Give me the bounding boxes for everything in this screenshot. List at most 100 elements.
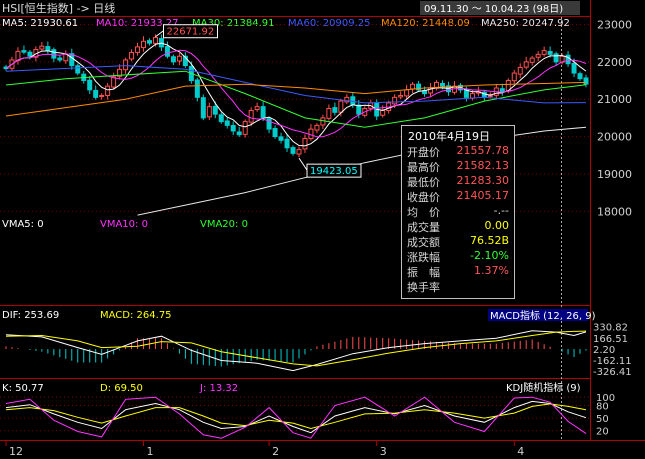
ma5-legend: MA5: 21930.61: [2, 18, 78, 29]
ma250-line: [137, 126, 587, 216]
tooltip-row: 成交量 0.00: [407, 219, 509, 234]
candle-body: [135, 46, 141, 53]
macd-legend: MACD: 264.75: [100, 310, 172, 321]
price-tick-label: 20000: [597, 131, 632, 144]
candle-body: [212, 105, 218, 115]
price-tick-label: 19000: [597, 168, 632, 181]
candle-body: [541, 50, 547, 55]
k-legend: K: 50.77: [2, 383, 44, 394]
k-line: [5, 400, 587, 434]
tooltip-row: 成交额 76.52B: [407, 234, 509, 249]
price-tick-label: 21000: [597, 93, 632, 106]
tooltip-row: 最高价 21582.13: [407, 159, 509, 174]
ma250-legend: MA250: 20247.92: [481, 18, 570, 29]
tooltip-label: 开盘价: [407, 146, 440, 159]
candle-body: [57, 57, 63, 61]
candle-body: [260, 106, 266, 119]
candle-body: [39, 45, 45, 50]
tooltip-row: 均 价 -.--: [407, 204, 509, 219]
candle-body: [356, 104, 362, 115]
candle-body: [296, 149, 302, 155]
j-legend: J: 13.32: [199, 383, 238, 394]
tooltip-label: 最高价: [407, 161, 440, 174]
candle-body: [152, 37, 158, 44]
candle-body: [206, 106, 212, 118]
candle-body: [577, 73, 583, 80]
tooltip-row: 振 幅 1.37%: [407, 264, 509, 279]
tooltip-label: 振 幅: [407, 266, 440, 279]
kdj-tick-label: 50: [596, 414, 609, 425]
candle-body: [63, 53, 69, 62]
annotation-label: 22671.92: [166, 27, 214, 38]
dea-line: [5, 330, 587, 367]
tooltip-value: 21557.78: [456, 144, 510, 157]
vma20-legend: VMA20: 0: [200, 219, 248, 230]
candle-body: [105, 85, 111, 97]
macd-tick-label: 2.20: [593, 345, 615, 356]
candle-body: [164, 46, 170, 57]
candle-body: [314, 124, 320, 131]
tooltip-value: -2.10%: [470, 249, 509, 262]
ohlc-tooltip: 2010年4月19日 开盘价 21557.78 最高价 21582.13 最低价 2128…: [401, 125, 515, 299]
kdj-tick-label: 20: [596, 427, 609, 438]
candle-body: [224, 120, 230, 126]
candle-body: [200, 97, 206, 119]
candle-body: [69, 53, 75, 67]
date-tick-label: 3: [380, 445, 387, 458]
candle-body: [123, 59, 129, 71]
stock-chart[interactable]: HSI[恒生指数] -> 日线 09.11.30 ～ 10.04.23 (98日…: [0, 0, 645, 459]
candle-body: [242, 121, 248, 135]
d-line: [5, 403, 587, 430]
candle-body: [75, 65, 81, 74]
candle-body: [583, 77, 589, 85]
tooltip-value: 76.52B: [469, 234, 509, 247]
candle-body: [93, 89, 99, 98]
date-tick-label: 4: [517, 445, 524, 458]
tooltip-row: 换手率: [407, 279, 509, 294]
tooltip-value: 21582.13: [456, 159, 510, 172]
candle-body: [499, 88, 505, 93]
date-tick-label: 12: [9, 445, 23, 458]
candle-body: [535, 53, 541, 58]
ma120-legend: MA120: 21448.09: [381, 18, 470, 29]
tooltip-value: 21283.30: [456, 174, 510, 187]
candle-body: [338, 100, 344, 113]
tooltip-value: -.--: [493, 204, 509, 217]
tooltip-label: 涨跌幅: [407, 251, 440, 264]
candle-body: [487, 94, 493, 97]
price-tick-label: 23000: [597, 18, 632, 31]
tooltip-label: 成交额: [407, 236, 440, 249]
macd-title[interactable]: MACD指标 (12, 26, 9): [490, 309, 596, 322]
candle-body: [523, 61, 529, 68]
tooltip-row: 开盘价 21557.78: [407, 144, 509, 159]
tooltip-label: 收盘价: [407, 191, 440, 204]
candle-body: [439, 82, 445, 87]
price-tick-label: 22000: [597, 56, 632, 69]
candle-body: [529, 57, 535, 63]
candle-body: [398, 94, 404, 98]
tooltip-value: 1.37%: [474, 264, 509, 277]
macd-tick-label: -326.41: [593, 367, 632, 378]
tooltip-value: 21405.17: [456, 189, 510, 202]
tooltip-label: 最低价: [407, 176, 440, 189]
candle-body: [147, 40, 153, 44]
candle-body: [511, 72, 517, 82]
tooltip-value: 0.00: [484, 219, 510, 232]
tooltip-row: 收盘价 21405.17: [407, 189, 509, 204]
annotation-label: 19423.05: [310, 166, 358, 177]
header-date-range: 09.11.30 ～ 10.04.23 (98日): [424, 4, 563, 15]
candle-body: [170, 56, 176, 63]
tooltip-date: 2010年4月19日: [408, 130, 490, 143]
candle-body: [380, 109, 386, 116]
kdj-title[interactable]: KDJ随机指标 (9): [506, 381, 581, 394]
date-tick-label: 2: [272, 445, 279, 458]
tooltip-row: 涨跌幅 -2.10%: [407, 249, 509, 264]
candle-body: [248, 109, 254, 123]
macd-tick-label: 166.51: [593, 334, 628, 345]
candle-body: [194, 79, 200, 98]
price-tick-label: 18000: [597, 205, 632, 218]
candle-body: [302, 137, 308, 150]
candle-body: [392, 96, 398, 105]
candle-body: [332, 107, 338, 113]
candle-body: [571, 63, 577, 74]
